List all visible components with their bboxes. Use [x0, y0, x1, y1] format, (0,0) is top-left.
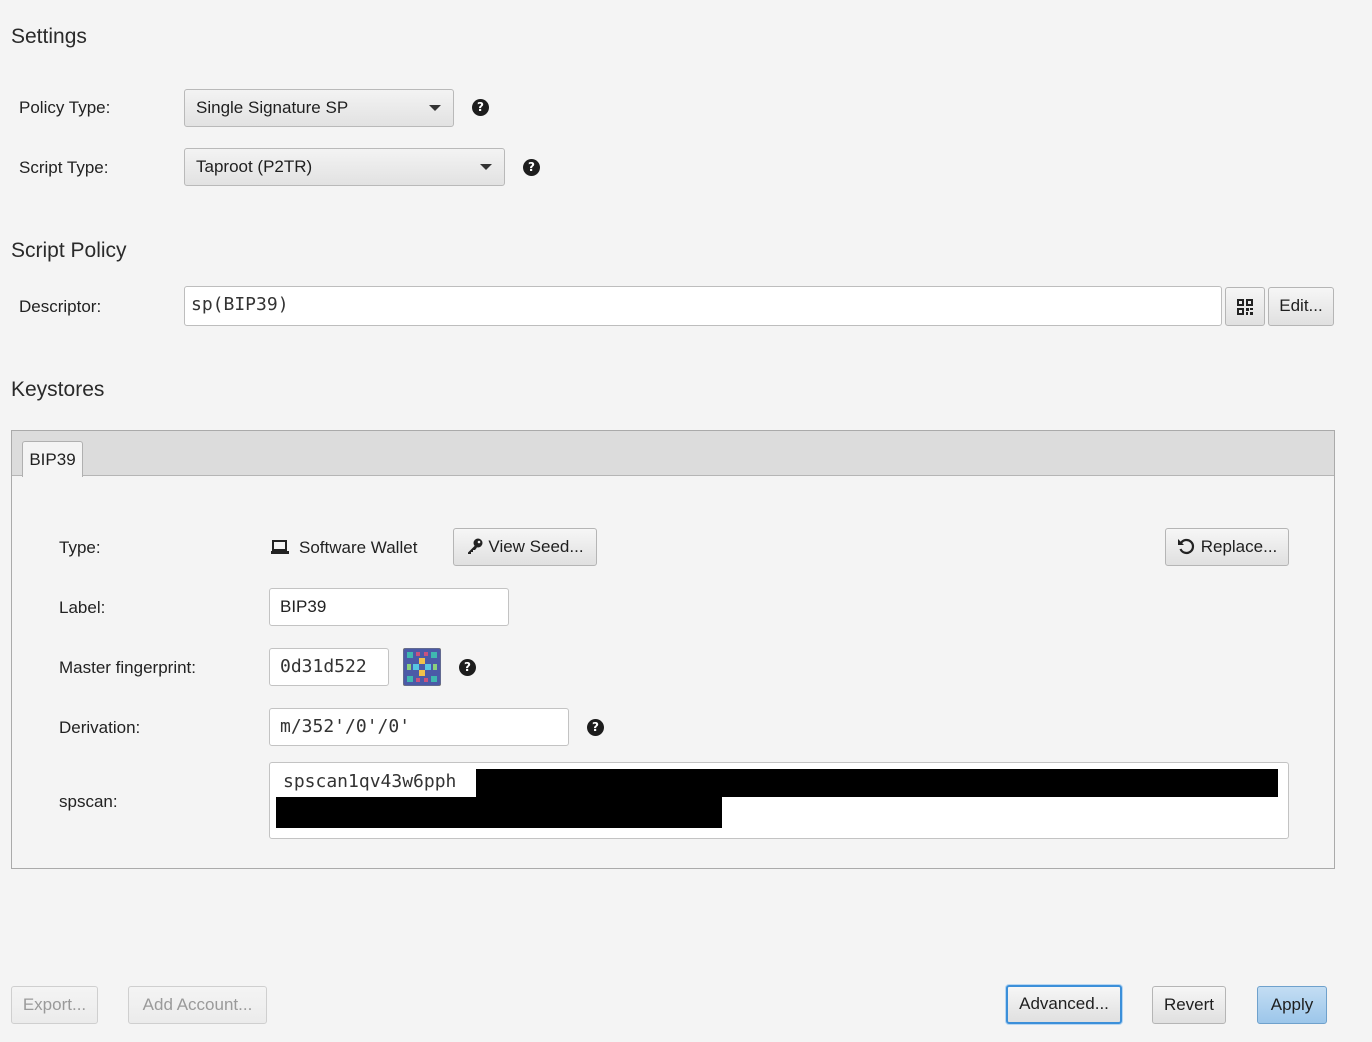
chevron-down-icon	[429, 105, 441, 111]
export-button[interactable]: Export...	[11, 986, 98, 1024]
add-account-button[interactable]: Add Account...	[128, 986, 267, 1024]
advanced-button[interactable]: Advanced...	[1006, 985, 1122, 1024]
descriptor-input[interactable]: sp(BIP39)	[184, 286, 1222, 326]
key-icon	[468, 538, 483, 554]
script-type-label: Script Type:	[19, 158, 109, 177]
redacted-block	[476, 769, 1278, 797]
apply-button[interactable]: Apply	[1257, 986, 1327, 1024]
revert-button[interactable]: Revert	[1152, 986, 1226, 1024]
help-icon[interactable]: ?	[472, 99, 489, 116]
replace-button[interactable]: Replace...	[1165, 528, 1289, 566]
policy-type-combo[interactable]: Single Signature SP	[184, 89, 454, 127]
spscan-label: spscan:	[59, 792, 118, 811]
help-icon[interactable]: ?	[459, 659, 476, 676]
keystore-label-label: Label:	[59, 598, 106, 617]
type-label: Type:	[59, 538, 101, 557]
keystores-title: Keystores	[11, 378, 105, 401]
master-fingerprint-label: Master fingerprint:	[59, 658, 196, 677]
help-icon[interactable]: ?	[587, 719, 604, 736]
redacted-block	[276, 797, 722, 828]
policy-type-value: Single Signature SP	[196, 98, 349, 117]
fingerprint-identicon	[403, 648, 441, 686]
undo-icon	[1177, 538, 1194, 555]
derivation-label: Derivation:	[59, 718, 141, 737]
tab-bip39[interactable]: BIP39	[22, 441, 83, 477]
laptop-icon	[271, 540, 289, 554]
master-fingerprint-input[interactable]: 0d31d522	[269, 648, 389, 686]
script-policy-title: Script Policy	[11, 239, 127, 262]
script-type-value: Taproot (P2TR)	[196, 157, 313, 176]
keystore-label-input[interactable]: BIP39	[269, 588, 509, 626]
spscan-value: spscan1qv43w6pph	[283, 771, 457, 792]
spscan-textarea[interactable]: spscan1qv43w6pph	[269, 762, 1289, 839]
qr-code-icon	[1237, 299, 1253, 315]
script-type-combo[interactable]: Taproot (P2TR)	[184, 148, 505, 186]
descriptor-label: Descriptor:	[19, 297, 102, 316]
edit-descriptor-button[interactable]: Edit...	[1268, 287, 1334, 326]
policy-type-label: Policy Type:	[19, 98, 111, 117]
replace-label: Replace...	[1200, 537, 1278, 556]
view-seed-label: View Seed...	[488, 537, 584, 556]
tab-header-bar	[12, 431, 1334, 476]
derivation-input[interactable]: m/352'/0'/0'	[269, 708, 569, 746]
chevron-down-icon	[480, 164, 492, 170]
view-seed-button[interactable]: View Seed...	[453, 528, 597, 566]
qr-code-button[interactable]	[1225, 287, 1265, 326]
help-icon[interactable]: ?	[523, 159, 540, 176]
keystore-type-value: Software Wallet	[299, 538, 418, 557]
settings-title: Settings	[11, 25, 87, 48]
